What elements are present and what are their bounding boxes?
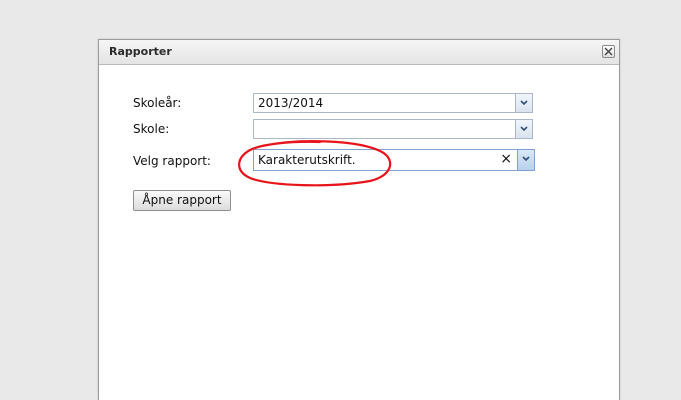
school-year-dropdown-trigger[interactable] (515, 94, 532, 112)
dialog-titlebar[interactable]: Rapporter (99, 40, 619, 65)
school-year-label: Skoleår: (133, 96, 182, 110)
school-year-combobox[interactable]: 2013/2014 (253, 93, 533, 113)
report-combobox[interactable]: Karakterutskrift. × (253, 149, 535, 171)
report-dropdown-trigger[interactable] (517, 150, 534, 170)
report-value[interactable]: Karakterutskrift. (258, 153, 356, 167)
close-button[interactable] (602, 45, 615, 58)
chevron-down-icon (520, 126, 528, 132)
clear-icon[interactable]: × (500, 151, 512, 167)
school-dropdown-trigger[interactable] (515, 120, 532, 138)
reports-dialog: Rapporter Skoleår: 2013/2014 Skole: Velg… (98, 39, 620, 400)
open-report-button[interactable]: Åpne rapport (133, 190, 231, 211)
chevron-down-icon (520, 100, 528, 106)
school-label: Skole: (133, 122, 170, 136)
report-label: Velg rapport: (133, 154, 211, 168)
close-icon (604, 47, 613, 56)
school-combobox[interactable] (253, 119, 533, 139)
chevron-down-icon (522, 156, 530, 162)
school-year-value: 2013/2014 (258, 96, 324, 110)
dialog-title: Rapporter (109, 45, 172, 58)
